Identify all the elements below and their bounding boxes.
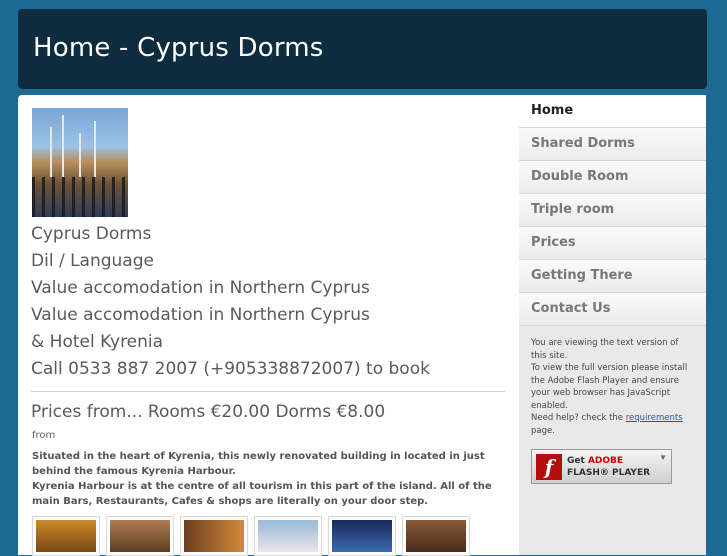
sidebar-item-getting-there[interactable]: Getting There [519, 260, 706, 293]
photo-gallery [32, 516, 470, 556]
prices-heading: Prices from... Rooms €20.00 Dorms €8.00 [31, 402, 386, 422]
sidebar-item-prices[interactable]: Prices [519, 227, 706, 260]
flash-logo-icon: f [536, 454, 562, 480]
flash-notice-line-1: You are viewing the text version of this… [531, 338, 679, 361]
sidebar-item-double-room[interactable]: Double Room [519, 161, 706, 194]
description-paragraph-1: Situated in the heart of Kyrenia, this n… [32, 451, 485, 477]
sidebar-item-home[interactable]: Home [519, 95, 706, 128]
sidebar-nav: Home Shared Dorms Double Room Triple roo… [519, 95, 706, 326]
description-paragraph-2: Kyrenia Harbour is at the centre of all … [32, 481, 492, 507]
sidebar: Home Shared Dorms Double Room Triple roo… [519, 95, 706, 555]
flash-get-text: Get [567, 456, 585, 466]
gallery-thumb[interactable] [106, 516, 174, 556]
tagline-line-2: Value accomodation in Northern Cyprus [31, 305, 370, 325]
sidebar-item-contact-us[interactable]: Contact Us [519, 293, 706, 326]
sidebar-item-shared-dorms[interactable]: Shared Dorms [519, 128, 706, 161]
main-content: Cyprus Dorms Dil / Language Value accomo… [18, 95, 519, 556]
flash-notice-line-2: To view the full version please install … [531, 363, 688, 411]
site-header: Home - Cyprus Dorms [18, 9, 707, 89]
help-text: Need help? check the [531, 413, 624, 423]
download-arrow-icon: ▼ [659, 453, 667, 462]
content-divider [31, 391, 505, 392]
flash-adobe-text: ADOBE [587, 456, 624, 466]
harbour-photo [32, 108, 128, 217]
flash-button-label-bottom: FLASH® PLAYER [567, 468, 651, 478]
flash-notice-line-3: Need help? check the requirements page. [531, 412, 696, 437]
flash-notice: You are viewing the text version of this… [531, 337, 696, 437]
get-flash-player-button[interactable]: f Get ADOBE FLASH® PLAYER ▼ [531, 449, 672, 484]
gallery-thumb[interactable] [254, 516, 322, 556]
help-text-end: page. [531, 425, 555, 436]
requirements-link[interactable]: requirements [626, 413, 683, 423]
sidebar-item-triple-room[interactable]: Triple room [519, 194, 706, 227]
gallery-thumb[interactable] [32, 516, 100, 556]
hotel-line: & Hotel Kyrenia [31, 332, 164, 352]
description: Situated in the heart of Kyrenia, this n… [32, 449, 507, 509]
site-name-line: Cyprus Dorms [31, 224, 152, 244]
flash-button-label-top: Get ADOBE [567, 456, 623, 466]
gallery-thumb[interactable] [402, 516, 470, 556]
tagline-line-1: Value accomodation in Northern Cyprus [31, 278, 370, 298]
booking-phone-line: Call 0533 887 2007 (+905338872007) to bo… [31, 359, 430, 379]
language-link[interactable]: Dil / Language [31, 251, 154, 271]
from-label: from [32, 430, 56, 441]
page-title: Home - Cyprus Dorms [33, 33, 324, 63]
gallery-thumb[interactable] [180, 516, 248, 556]
gallery-thumb[interactable] [328, 516, 396, 556]
